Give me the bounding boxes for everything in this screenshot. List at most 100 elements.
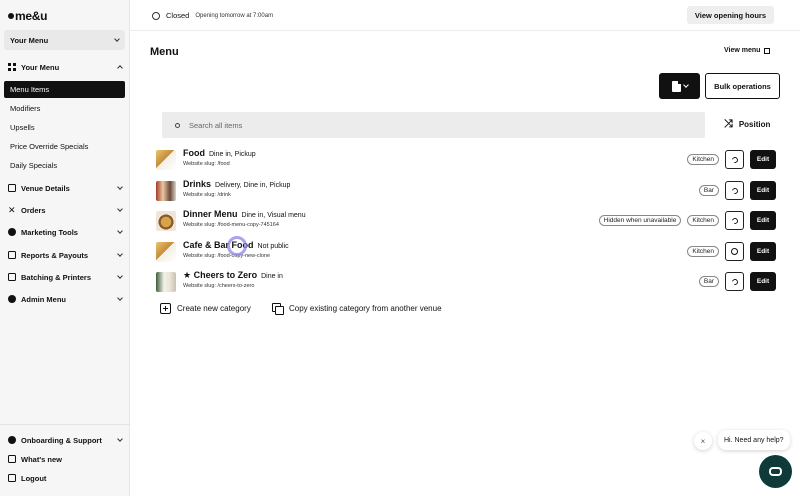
category-row[interactable]: ★ Cheers to Zero Dine in Website slug: /c… xyxy=(156,269,776,295)
website-slug: Website slug: /cheers-to-zero xyxy=(183,283,255,289)
brand-logo[interactable]: me&u xyxy=(8,9,47,23)
schedule-button[interactable] xyxy=(725,272,744,291)
edit-button[interactable]: Edit xyxy=(750,272,776,291)
hidden-badge: Hidden when unavailable xyxy=(598,215,682,226)
sidebar-group-admin-menu[interactable]: Admin Menu xyxy=(0,290,130,308)
logout-icon xyxy=(8,474,16,482)
status-subtext: Opening tomorrow at 7:00am xyxy=(195,12,274,19)
sidebar-onboarding-support[interactable]: Onboarding & Support xyxy=(0,431,130,449)
venue-status: Closed Opening tomorrow at 7:00am xyxy=(152,11,273,20)
chat-icon xyxy=(769,467,782,476)
chevron-down-icon xyxy=(117,228,123,234)
sidebar-item-upsells[interactable]: Upsells xyxy=(4,119,125,136)
edit-button[interactable]: Edit xyxy=(750,150,776,169)
category-thumbnail xyxy=(156,150,176,170)
schedule-button[interactable] xyxy=(725,242,744,261)
chart-icon xyxy=(8,251,16,259)
menu-selector[interactable]: Your Menu xyxy=(4,30,125,50)
category-channels: Dine in xyxy=(261,273,283,280)
printer-icon xyxy=(8,273,16,281)
search-icon xyxy=(175,122,180,128)
chevron-down-icon xyxy=(117,273,123,279)
website-slug: Website slug: /food-menu-copy-745164 xyxy=(183,222,279,228)
position-button[interactable]: ⤨ Position xyxy=(724,119,770,130)
category-thumbnail xyxy=(156,242,176,262)
edit-button[interactable]: Edit xyxy=(750,211,776,230)
top-bar: Closed Opening tomorrow at 7:00am View o… xyxy=(130,0,800,31)
search-placeholder: Search all items xyxy=(189,120,243,130)
menu-selector-label: Your Menu xyxy=(10,35,49,45)
chat-close-button[interactable]: × xyxy=(694,432,712,450)
station-badge: Bar xyxy=(698,276,719,287)
copy-category-button[interactable]: Copy existing category from another venu… xyxy=(272,303,442,315)
document-dropdown-button[interactable] xyxy=(659,73,700,99)
category-channels: Dine in, Pickup xyxy=(209,151,256,158)
bulk-operations-button[interactable]: Bulk operations xyxy=(705,73,780,99)
category-row[interactable]: Drinks Delivery, Dine in, Pickup Website … xyxy=(156,178,776,204)
sidebar-item-daily-specials[interactable]: Daily Specials xyxy=(4,157,125,174)
shuffle-icon: ⤨ xyxy=(724,118,733,130)
category-name[interactable]: ★ Cheers to Zero xyxy=(183,270,257,280)
category-name[interactable]: Drinks xyxy=(183,179,211,189)
sidebar: me&u Your Menu Your Menu Menu Items Modi… xyxy=(0,0,130,496)
station-badge: Kitchen xyxy=(687,215,719,226)
schedule-button[interactable] xyxy=(725,211,744,230)
search-input[interactable]: Search all items xyxy=(162,112,705,138)
sidebar-item-price-override-specials[interactable]: Price Override Specials xyxy=(4,138,125,155)
sidebar-group-marketing-tools[interactable]: Marketing Tools xyxy=(0,223,130,241)
schedule-button[interactable] xyxy=(725,150,744,169)
sidebar-item-modifiers[interactable]: Modifiers xyxy=(4,100,125,117)
chevron-down-icon xyxy=(117,295,123,301)
category-row[interactable]: Food Dine in, Pickup Website slug: /food … xyxy=(156,147,776,173)
sidebar-group-orders[interactable]: ✕ Orders xyxy=(0,201,130,219)
chevron-down-icon xyxy=(117,436,123,442)
category-channels: Dine in, Visual menu xyxy=(241,212,306,219)
copy-icon xyxy=(272,303,284,315)
sidebar-whats-new[interactable]: What's new xyxy=(0,450,130,468)
document-icon xyxy=(671,80,681,92)
sidebar-group-batching-printers[interactable]: Batching & Printers xyxy=(0,268,130,286)
website-slug: Website slug: /food xyxy=(183,161,230,167)
category-name[interactable]: Dinner Menu xyxy=(183,209,238,219)
sidebar-group-venue-details[interactable]: Venue Details xyxy=(0,179,130,197)
category-row[interactable]: Dinner Menu Dine in, Visual menu Website … xyxy=(156,208,776,234)
moon-icon xyxy=(730,216,739,225)
station-badge: Kitchen xyxy=(687,246,719,257)
category-thumbnail xyxy=(156,181,176,201)
sidebar-item-menu-items[interactable]: Menu Items xyxy=(4,81,125,98)
view-menu-link[interactable]: View menu xyxy=(724,47,771,54)
cursor-indicator xyxy=(227,236,247,256)
sidebar-group-your-menu[interactable]: Your Menu xyxy=(0,58,130,76)
category-row[interactable]: Cafe & Bar Food Not public Website slug: … xyxy=(156,239,776,265)
sidebar-group-reports-payouts[interactable]: Reports & Payouts xyxy=(0,246,130,264)
chat-launcher-button[interactable] xyxy=(759,455,792,488)
clock-icon xyxy=(731,248,738,255)
chevron-down-icon xyxy=(117,206,123,212)
edit-button[interactable]: Edit xyxy=(750,181,776,200)
category-channels: Delivery, Dine in, Pickup xyxy=(215,182,291,189)
create-category-button[interactable]: Create new category xyxy=(160,303,251,314)
sidebar-logout[interactable]: Logout xyxy=(0,469,130,487)
moon-icon xyxy=(730,277,739,286)
chat-prompt-bubble[interactable]: Hi. Need any help? xyxy=(718,430,790,450)
website-slug: Website slug: /food-copy-new-clone xyxy=(183,253,271,259)
chevron-down-icon xyxy=(117,251,123,257)
store-icon xyxy=(8,184,16,192)
category-thumbnail xyxy=(156,272,176,292)
megaphone-icon xyxy=(8,228,16,236)
chevron-down-icon xyxy=(114,36,120,42)
category-channels: Not public xyxy=(257,243,289,250)
grid-icon xyxy=(8,63,16,71)
view-opening-hours-button[interactable]: View opening hours xyxy=(686,6,774,24)
edit-button[interactable]: Edit xyxy=(750,242,776,261)
moon-icon xyxy=(730,155,739,164)
gift-icon xyxy=(8,455,16,463)
closed-status-icon xyxy=(152,11,160,20)
external-link-icon xyxy=(764,47,771,54)
schedule-button[interactable] xyxy=(725,181,744,200)
page-title: Menu xyxy=(150,46,179,58)
sidebar-divider xyxy=(0,424,130,425)
category-thumbnail xyxy=(156,211,176,231)
category-name[interactable]: Food xyxy=(183,148,205,158)
plus-square-icon xyxy=(160,303,171,314)
